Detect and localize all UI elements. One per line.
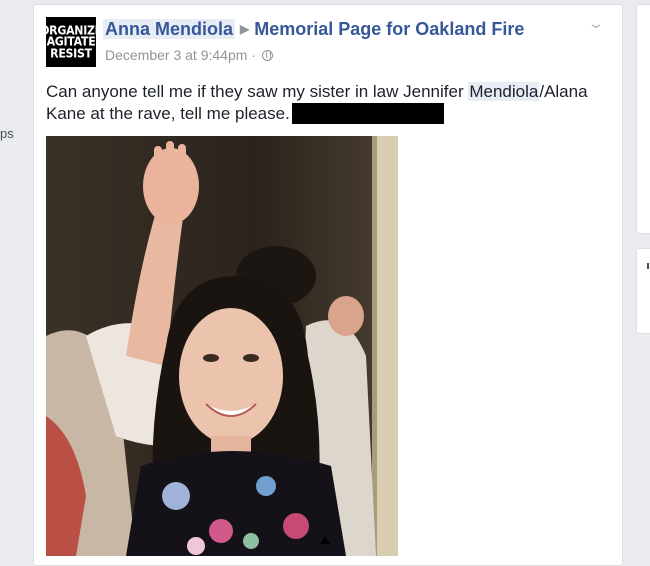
mouse-cursor-icon [320,536,330,544]
redaction-bar [291,103,444,124]
meta-separator: · [251,47,256,63]
post-meta: December 3 at 9:44pm · [105,47,273,63]
post-timestamp[interactable]: December 3 at 9:44pm [105,47,247,63]
target-page-link[interactable]: Memorial Page for Oakland Fire [254,19,524,39]
globe-icon[interactable] [261,50,273,61]
feed-post: ORGANIZE AGITATE RESIST Anna Mendiola ▶ Me… [33,4,623,566]
page-avatar[interactable]: ORGANIZE AGITATE RESIST [46,17,96,67]
photo-image [46,136,398,556]
post-header: Anna Mendiola ▶ Memorial Page for Oakland … [103,19,524,40]
author-link[interactable]: Anna Mendiola [103,19,236,39]
post-text-highlight: Mendiola [468,82,540,101]
right-card-marker [647,263,649,269]
avatar-line-3: RESIST [50,45,92,61]
right-column-card [636,248,650,334]
post-body: Can anyone tell me if they saw my sister… [46,81,606,125]
arrow-right-icon: ▶ [240,22,250,36]
post-text-before: Can anyone tell me if they saw my sister… [46,82,469,101]
right-column-card [636,4,650,234]
post-photo[interactable] [46,136,398,556]
left-sidebar-fragment[interactable]: ps [0,126,14,141]
post-options-chevron-icon[interactable]: ⌄ [587,15,605,32]
